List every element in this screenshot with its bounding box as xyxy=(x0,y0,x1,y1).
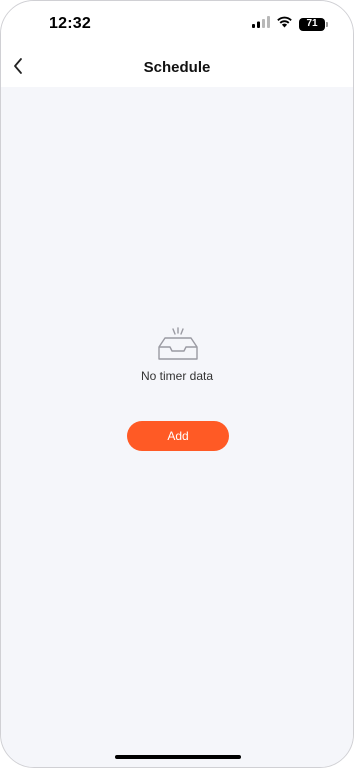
navigation-bar: Schedule xyxy=(1,49,353,87)
status-bar: 12:32 71 xyxy=(1,1,353,49)
status-icons: 71 xyxy=(252,15,328,33)
status-time: 12:32 xyxy=(49,15,91,32)
page-title: Schedule xyxy=(143,59,211,76)
add-button[interactable]: Add xyxy=(127,421,229,451)
schedule-content: No timer data Add xyxy=(1,87,353,767)
empty-state-message: No timer data xyxy=(140,369,214,383)
phone-screen: 12:32 71 Schedule No timer data Add xyxy=(0,0,354,768)
wifi-icon xyxy=(276,15,293,33)
battery-icon: 71 xyxy=(299,17,328,31)
home-indicator[interactable] xyxy=(115,755,241,759)
empty-inbox-icon xyxy=(156,327,200,363)
signal-icon xyxy=(252,15,270,33)
